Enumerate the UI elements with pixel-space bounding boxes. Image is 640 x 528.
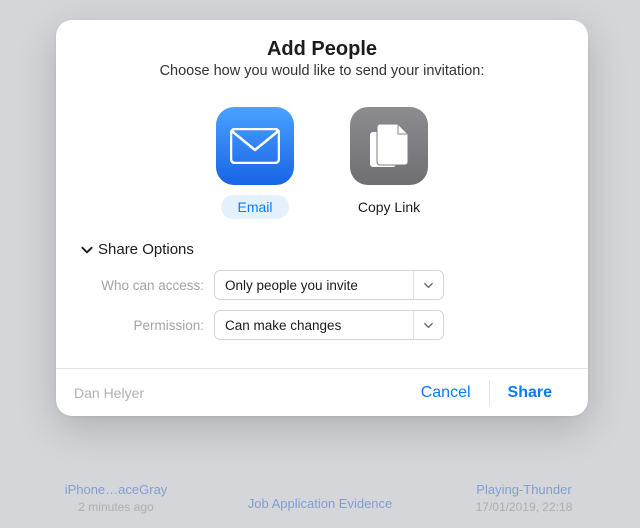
access-value: Only people you invite <box>215 278 368 293</box>
modal-footer: Dan Helyer Cancel Share <box>56 368 588 416</box>
add-people-modal: Add People Choose how you would like to … <box>56 20 588 416</box>
share-button[interactable]: Share <box>490 376 570 410</box>
author-name: Dan Helyer <box>74 385 144 401</box>
share-method-copylink[interactable]: Copy Link <box>350 107 428 219</box>
permission-row: Permission: Can make changes <box>80 310 564 340</box>
access-label: Who can access: <box>80 278 204 293</box>
copy-app-icon <box>350 107 428 185</box>
share-method-email[interactable]: Email <box>216 107 294 219</box>
share-options-heading: Share Options <box>98 241 194 258</box>
share-methods: Email Copy Link <box>56 83 588 237</box>
chevron-down-icon <box>413 311 443 339</box>
cancel-button[interactable]: Cancel <box>403 376 489 410</box>
documents-icon <box>366 121 412 171</box>
access-select[interactable]: Only people you invite <box>214 270 444 300</box>
chevron-down-icon <box>413 271 443 299</box>
share-options: Share Options Who can access: Only peopl… <box>56 237 588 368</box>
modal-subtitle: Choose how you would like to send your i… <box>80 63 564 79</box>
access-row: Who can access: Only people you invite <box>80 270 564 300</box>
share-method-label: Email <box>221 195 288 219</box>
modal-title: Add People <box>80 38 564 61</box>
share-options-toggle[interactable]: Share Options <box>80 241 564 258</box>
envelope-icon <box>230 128 280 164</box>
permission-select[interactable]: Can make changes <box>214 310 444 340</box>
chevron-down-icon <box>80 243 94 257</box>
modal-header: Add People Choose how you would like to … <box>56 20 588 83</box>
mail-app-icon <box>216 107 294 185</box>
share-method-label: Copy Link <box>358 195 420 219</box>
permission-value: Can make changes <box>215 318 351 333</box>
permission-label: Permission: <box>80 318 204 333</box>
